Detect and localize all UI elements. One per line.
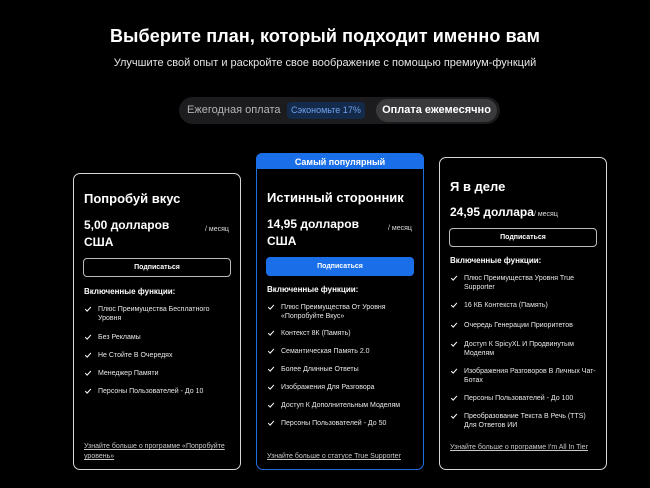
subscribe-button[interactable]: Подписаться: [449, 228, 597, 247]
check-icon: [84, 306, 92, 312]
learn-more-link[interactable]: Узнайте больше о программе «Попробуйте у…: [84, 442, 234, 462]
features-list: Плюс Преимущества От Уровня «Попробуйте …: [267, 303, 417, 428]
check-icon: [450, 413, 458, 419]
check-icon: [84, 334, 92, 340]
features-list: Плюс Преимущества Уровня True Supporter …: [450, 274, 600, 430]
features-heading: Включенные функции:: [450, 256, 542, 265]
feature-item: 16 КБ Контекста (Память): [450, 301, 600, 310]
plan-period: / месяц: [205, 226, 229, 233]
check-icon: [450, 368, 458, 374]
feature-item: Семантическая Память 2.0: [267, 347, 417, 356]
plan-price: 14,95 долларов США: [267, 217, 359, 248]
feature-item: Без Рекламы: [84, 333, 234, 342]
check-icon: [267, 366, 275, 372]
plan-price: 24,95 доллара/ месяц: [450, 205, 558, 219]
feature-item: Контекст 8К (Память): [267, 329, 417, 338]
feature-item: Плюс Преимущества От Уровня «Попробуйте …: [267, 303, 417, 321]
feature-item: Преобразование Текста В Речь (TTS) Для О…: [450, 412, 600, 430]
page-subtitle: Улучшите свой опыт и раскройте свое вооб…: [113, 57, 537, 69]
feature-item: Не Стойте В Очередях: [84, 351, 234, 360]
plan-card-taste: Попробуй вкус 5,00 долларов США / месяц …: [73, 173, 241, 470]
check-icon: [267, 330, 275, 336]
feature-item: Доступ К SpicyXL И Продвинутым Моделям: [450, 340, 600, 358]
check-icon: [450, 302, 458, 308]
plan-period: / месяц: [388, 225, 412, 232]
check-icon: [450, 341, 458, 347]
check-icon: [267, 384, 275, 390]
plan-name: Я в деле: [450, 179, 506, 194]
check-icon: [450, 322, 458, 328]
yearly-billing-option[interactable]: Ежегодная оплата: [187, 104, 280, 116]
features-heading: Включенные функции:: [267, 285, 359, 294]
save-badge: Сэкономьте 17%: [287, 102, 365, 119]
plan-card-true-supporter: Истинный сторонник 14,95 долларов США / …: [256, 169, 424, 470]
plan-period: / месяц: [533, 211, 558, 218]
page-title: Выберите план, который подходит именно в…: [109, 26, 541, 46]
plan-card-all-in: Я в деле 24,95 доллара/ месяц Подписатьс…: [439, 157, 607, 470]
plan-name: Истинный сторонник: [267, 190, 404, 205]
feature-item: Более Длинные Ответы: [267, 365, 417, 374]
check-icon: [267, 304, 275, 310]
check-icon: [84, 388, 92, 394]
billing-toggle: Ежегодная оплата Сэкономьте 17% Оплата е…: [179, 97, 500, 124]
check-icon: [267, 402, 275, 408]
feature-item: Плюс Преимущества Бесплатного Уровня: [84, 305, 234, 323]
feature-item: Менеджер Памяти: [84, 369, 234, 378]
subscribe-button[interactable]: Подписаться: [83, 258, 231, 277]
learn-more-link[interactable]: Узнайте больше о статусе True Supporter: [267, 452, 417, 462]
feature-item: Изображения Разговоров В Личных Чат-Бота…: [450, 367, 600, 385]
check-icon: [84, 352, 92, 358]
check-icon: [267, 348, 275, 354]
feature-item: Очередь Генерации Приоритетов: [450, 321, 600, 330]
feature-item: Доступ К Дополнительным Моделям: [267, 401, 417, 410]
check-icon: [450, 395, 458, 401]
feature-item: Персоны Пользователей - До 50: [267, 419, 417, 428]
check-icon: [84, 370, 92, 376]
subscribe-button[interactable]: Подписаться: [266, 257, 414, 276]
check-icon: [450, 275, 458, 281]
monthly-billing-option[interactable]: Оплата ежемесячно: [376, 99, 497, 122]
feature-item: Плюс Преимущества Уровня True Supporter: [450, 274, 600, 292]
feature-item: Персоны Пользователей - До 10: [84, 387, 234, 396]
feature-item: Персоны Пользователей - До 100: [450, 394, 600, 403]
features-list: Плюс Преимущества Бесплатного Уровня Без…: [84, 305, 234, 396]
check-icon: [267, 420, 275, 426]
features-heading: Включенные функции:: [84, 287, 176, 296]
feature-item: Изображения Для Разговора: [267, 383, 417, 392]
learn-more-link[interactable]: Узнайте больше о программе I'm All In Ti…: [450, 443, 600, 453]
plan-name: Попробуй вкус: [84, 191, 181, 206]
plan-price: 5,00 долларов США: [84, 218, 170, 249]
